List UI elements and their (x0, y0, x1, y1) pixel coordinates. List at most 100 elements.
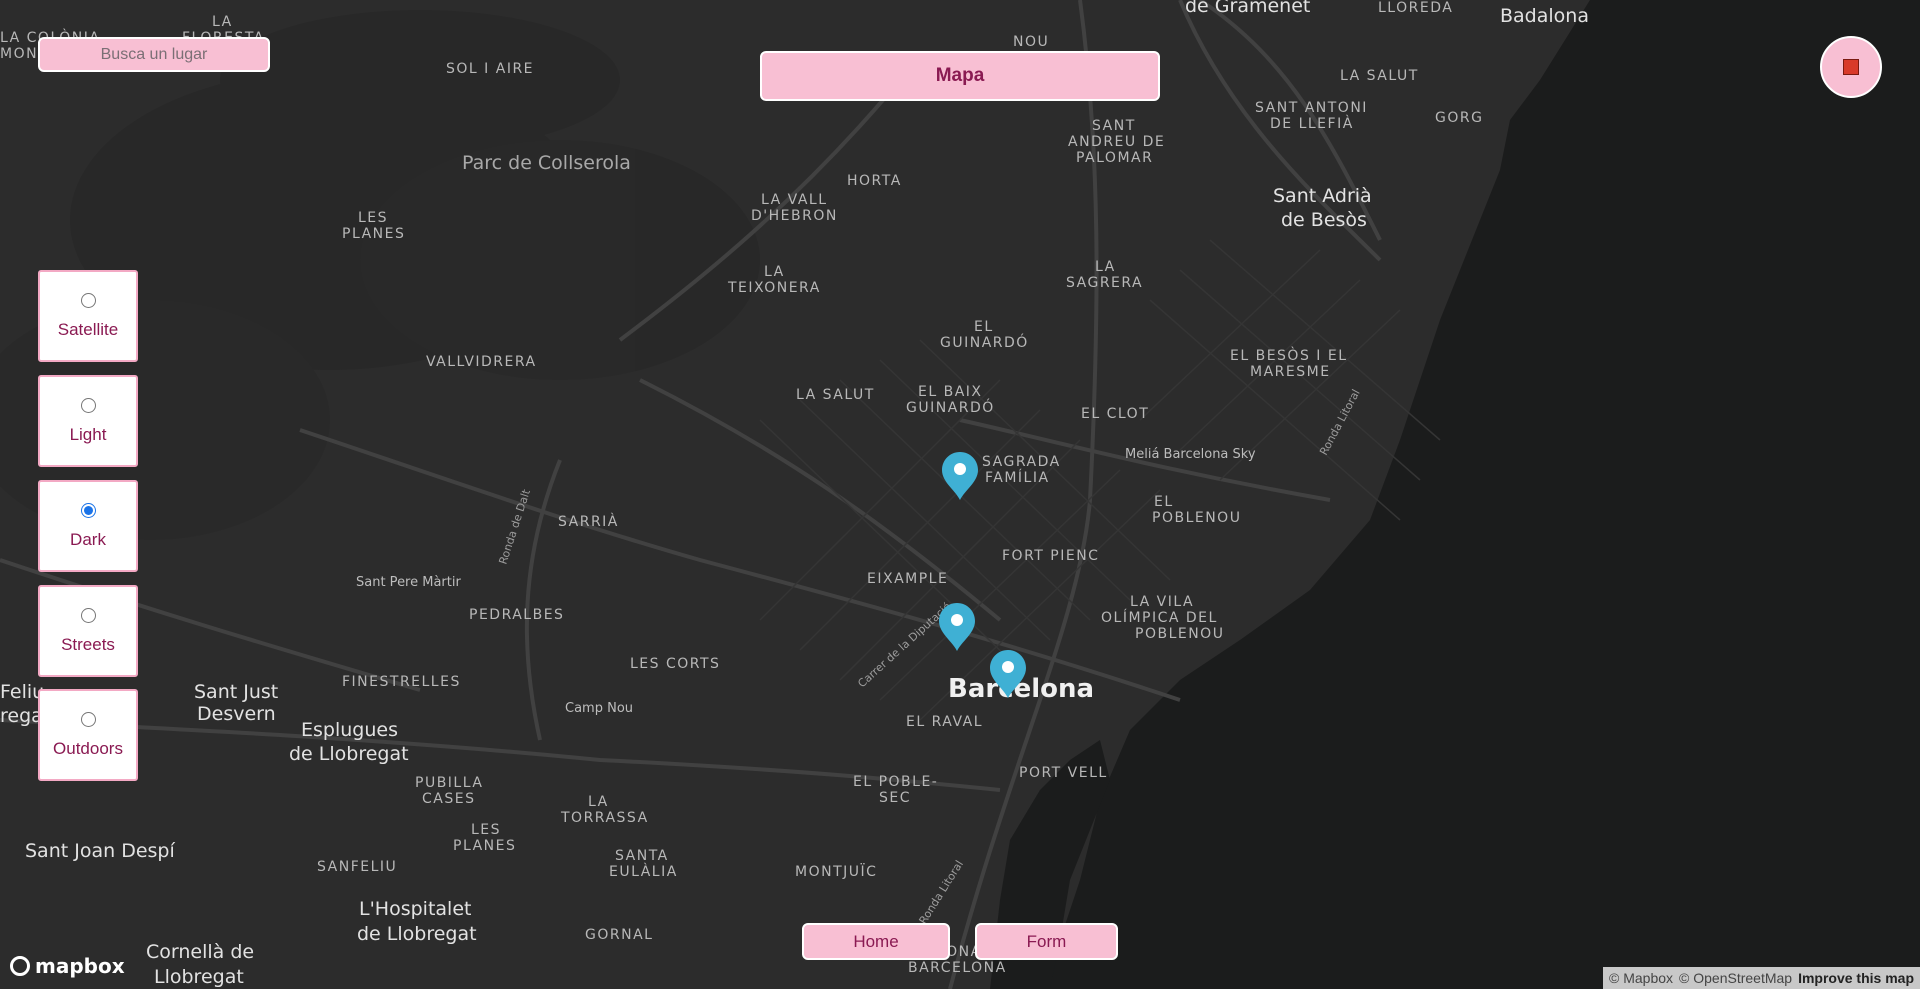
map-label: LA VILA (1130, 594, 1194, 610)
map-label: Esplugues (301, 719, 398, 741)
map-label: CASES (422, 791, 475, 807)
style-option-label: Outdoors (53, 738, 123, 758)
map-label: DE LLEFIÀ (1270, 115, 1354, 132)
search-input[interactable] (38, 37, 270, 72)
style-option-label: Streets (61, 634, 115, 654)
map-label: EL (974, 319, 994, 335)
map-label: GUINARDÓ (940, 333, 1029, 351)
menu-button[interactable] (1820, 36, 1882, 98)
page-title: Mapa (760, 51, 1160, 101)
map-label: LA (212, 14, 233, 30)
map-label: PLANES (453, 838, 516, 854)
map-label: EIXAMPLE (867, 571, 948, 587)
attribution-osm-link[interactable]: © OpenStreetMap (1679, 970, 1792, 986)
map-label: L'Hospitalet (359, 898, 471, 920)
satellite-radio[interactable] (80, 292, 96, 308)
map-label: de Besòs (1281, 209, 1367, 231)
map-label: GORG (1435, 110, 1483, 126)
map-label: EL BAIX (918, 384, 983, 400)
map-label: LA SALUT (1340, 68, 1419, 84)
map-label: ANDREU DE (1068, 134, 1165, 150)
map-label: MARESME (1250, 364, 1331, 380)
map-label: GUINARDÓ (906, 398, 995, 416)
map-label: TORRASSA (560, 810, 649, 826)
map-label: Desvern (197, 703, 276, 725)
map-label: de Llobregat (289, 743, 409, 765)
map-label: Sant Pere Màrtir (356, 575, 461, 590)
map-label: LA (1095, 259, 1116, 275)
map-label: PUBILLA (415, 775, 483, 791)
map-label: LA (588, 794, 609, 810)
style-option-dark[interactable]: Dark (38, 480, 138, 572)
map-label: MONTJUÏC (795, 862, 877, 880)
map-label: LES (358, 210, 388, 226)
map-label: POBLENOU (1135, 626, 1224, 642)
mapbox-logo-icon (10, 956, 30, 976)
map-label: SAGRADA (982, 454, 1061, 470)
map-label: Meliá Barcelona Sky (1125, 447, 1256, 462)
style-option-label: Dark (70, 529, 106, 549)
map-label: EULÀLIA (609, 863, 678, 880)
map-label: SOL I AIRE (446, 61, 534, 77)
style-option-outdoors[interactable]: Outdoors (38, 689, 138, 781)
map-label: EL RAVAL (906, 714, 983, 730)
map-label: SANT ANTONI (1255, 100, 1368, 116)
light-radio[interactable] (80, 397, 96, 413)
map-label: SARRIÀ (558, 513, 619, 530)
map-label: EL CLOT (1081, 406, 1149, 422)
map-label: SEC (879, 790, 911, 806)
map-label: FAMÍLIA (985, 469, 1050, 486)
attribution-mapbox-link[interactable]: © Mapbox (1609, 970, 1673, 986)
map-label: NOU (1013, 34, 1049, 50)
dark-radio[interactable] (80, 502, 96, 518)
map-label: LES (471, 822, 501, 838)
style-option-satellite[interactable]: Satellite (38, 270, 138, 362)
map-label: PALOMAR (1076, 150, 1153, 166)
map-label: EL BESÒS I EL (1230, 346, 1348, 364)
home-button[interactable]: Home (802, 923, 950, 960)
style-option-label: Satellite (57, 319, 119, 339)
map-label: PORT VELL (1019, 765, 1108, 781)
mapbox-logo[interactable]: mapbox (10, 953, 125, 979)
map-label: EL POBLE- (853, 774, 938, 790)
style-option-streets[interactable]: Streets (38, 585, 138, 677)
map-label: Camp Nou (565, 701, 633, 716)
mapbox-logo-text: mapbox (35, 954, 125, 978)
form-button[interactable]: Form (975, 923, 1118, 960)
map-label: D'HEBRON (751, 208, 838, 224)
map-label: OLÍMPICA DEL (1101, 609, 1218, 626)
map-label: SANFELIU (317, 859, 397, 875)
map-label: de Llobregat (357, 923, 477, 945)
map-label: HORTA (847, 173, 902, 189)
map-label: SAGRERA (1066, 275, 1143, 291)
map-label: FINESTRELLES (342, 674, 461, 690)
map-label: LLOREDA (1378, 0, 1453, 16)
map-label: PEDRALBES (469, 607, 564, 623)
outdoors-radio[interactable] (80, 711, 96, 727)
map-canvas[interactable]: de Gramenet LLOREDA Badalona LA FLORESTA… (0, 0, 1920, 989)
streets-radio[interactable] (80, 607, 96, 623)
map-label: de Gramenet (1185, 0, 1310, 17)
style-option-label: Light (69, 424, 107, 444)
map-label: PLANES (342, 226, 405, 242)
map-label: Cornellà de (146, 941, 254, 963)
map-label: LA (764, 264, 785, 280)
map-label: LES CORTS (630, 656, 720, 672)
map-attribution: © Mapbox © OpenStreetMap Improve this ma… (1603, 967, 1920, 989)
map-label: Badalona (1500, 5, 1589, 27)
style-option-light[interactable]: Light (38, 375, 138, 467)
map-label: SANTA (615, 848, 669, 864)
map-label: Parc de Collserola (462, 152, 631, 174)
map-label: GORNAL (585, 927, 653, 943)
map-label: LA VALL (761, 192, 828, 208)
map-label: Llobregat (154, 966, 244, 988)
map-label: Sant Adrià (1273, 185, 1372, 207)
map-label: SANT (1092, 118, 1136, 134)
improve-map-link[interactable]: Improve this map (1798, 970, 1914, 986)
map-label: EL (1154, 494, 1174, 510)
map-label: FORT PIENC (1002, 548, 1099, 564)
map-label: BARCELONA (908, 960, 1007, 976)
map-label: VALLVIDRERA (426, 354, 537, 370)
map-label: TEIXONERA (727, 280, 821, 296)
map-label: POBLENOU (1152, 510, 1241, 526)
